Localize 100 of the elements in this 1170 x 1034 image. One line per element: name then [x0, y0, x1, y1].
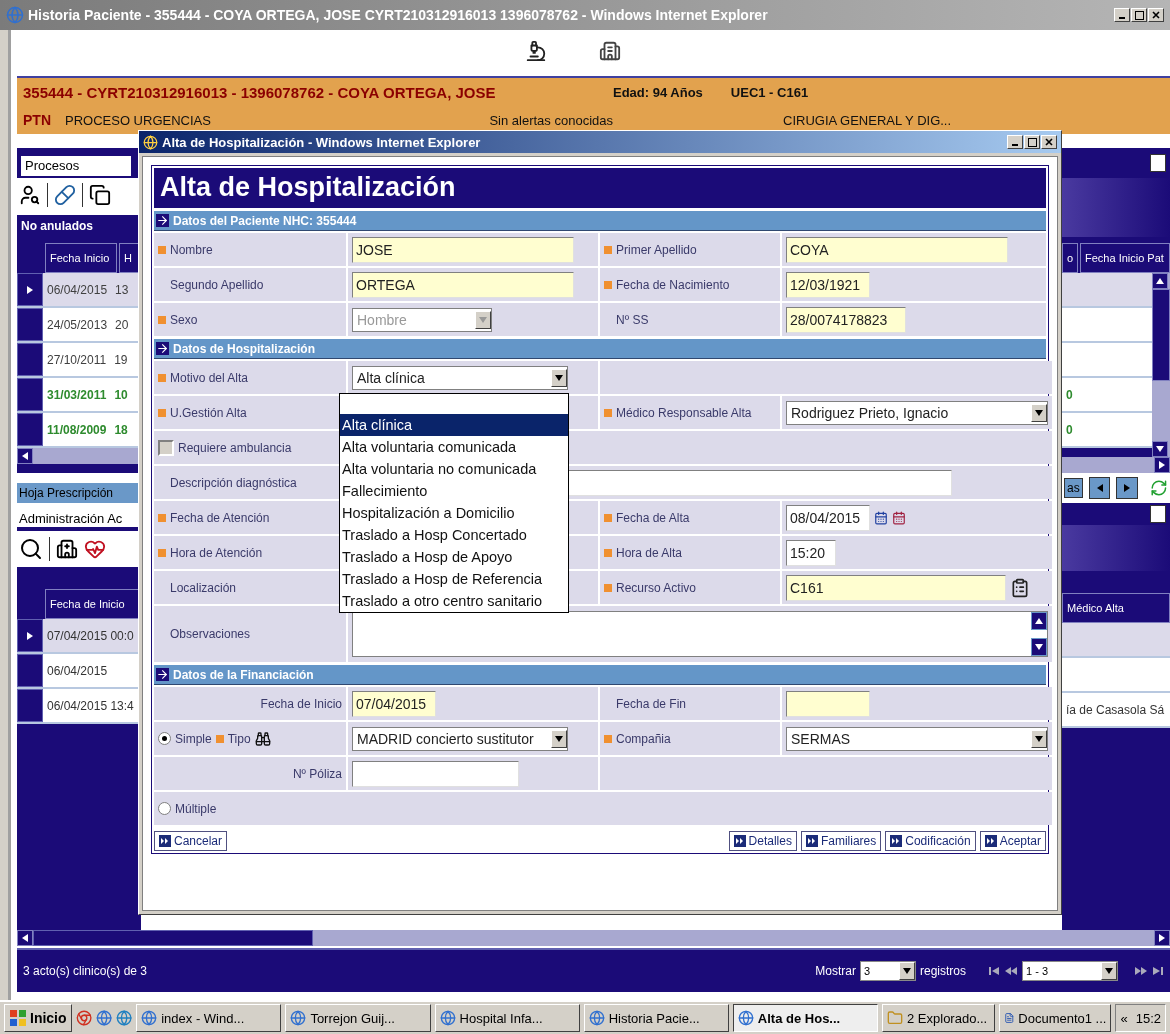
- previous-button[interactable]: [1088, 477, 1111, 499]
- action-button[interactable]: Aceptar: [979, 831, 1046, 851]
- table-row[interactable]: 06/04/2015 13: [43, 273, 141, 306]
- minimize-button[interactable]: [1114, 8, 1130, 22]
- table-row[interactable]: 31/03/2011 10: [43, 378, 141, 411]
- date-field[interactable]: 08/04/2015: [786, 504, 870, 531]
- scrollbar-thumb[interactable]: [1152, 289, 1170, 381]
- date-field[interactable]: 12/03/1921: [786, 271, 870, 298]
- search-icon[interactable]: [19, 537, 43, 561]
- text-field[interactable]: COYA: [786, 236, 1008, 263]
- maximize-button[interactable]: [1131, 8, 1147, 22]
- row-marker[interactable]: [17, 273, 43, 306]
- horizontal-scrollbar[interactable]: [17, 930, 1170, 946]
- scroll-arrow-button[interactable]: [1154, 457, 1170, 473]
- taskbar-item[interactable]: Historia Pacie...: [583, 1004, 729, 1032]
- column-header[interactable]: o: [1062, 243, 1078, 273]
- dropdown-button[interactable]: [1101, 962, 1117, 980]
- chrome-icon[interactable]: [75, 1009, 92, 1027]
- table-row[interactable]: 0: [1062, 378, 1152, 411]
- close-button[interactable]: [1148, 8, 1164, 22]
- table-row[interactable]: 24/05/2013 20: [43, 308, 141, 341]
- row-marker[interactable]: [17, 689, 43, 722]
- row-marker[interactable]: [17, 308, 43, 341]
- column-header[interactable]: Médico Alta: [1062, 593, 1170, 623]
- scroll-arrow-button[interactable]: [17, 930, 33, 946]
- taskbar-item[interactable]: 2 Explorado...: [882, 1004, 995, 1032]
- tray-toggle[interactable]: «: [1120, 1010, 1128, 1026]
- table-row[interactable]: 06/04/2015: [43, 654, 141, 687]
- pill-icon[interactable]: [54, 184, 76, 206]
- processes-tab[interactable]: Procesos: [21, 156, 131, 176]
- browser-icon[interactable]: [95, 1009, 112, 1027]
- time-field[interactable]: 15:20: [786, 539, 836, 566]
- next-page-icon[interactable]: [1134, 966, 1148, 976]
- scrollbar-thumb[interactable]: [33, 930, 313, 946]
- scroll-up-button[interactable]: [1031, 612, 1047, 630]
- action-button[interactable]: Detalles: [728, 831, 797, 851]
- next-button[interactable]: [1116, 477, 1139, 499]
- cancel-button[interactable]: Cancelar: [154, 831, 228, 851]
- dropdown-option[interactable]: Alta clínica: [340, 414, 568, 436]
- dropdown-button[interactable]: [551, 729, 567, 748]
- number-field[interactable]: 28/0074178823: [786, 306, 906, 333]
- text-field[interactable]: ORTEGA: [352, 271, 574, 298]
- action-button[interactable]: Familiares: [800, 831, 882, 851]
- table-row[interactable]: 07/04/2015 00:0: [43, 619, 141, 652]
- scroll-arrow-button[interactable]: [1152, 441, 1168, 457]
- text-field[interactable]: C161: [786, 574, 1006, 601]
- row-marker[interactable]: [17, 343, 43, 376]
- heart-icon[interactable]: [84, 538, 106, 560]
- vertical-scrollbar[interactable]: [1152, 273, 1170, 457]
- taskbar-item[interactable]: Documento1 ...: [998, 1004, 1112, 1032]
- start-button[interactable]: Inicio: [4, 1004, 72, 1032]
- date-field[interactable]: 07/04/2015: [352, 690, 436, 717]
- hospital-icon[interactable]: [56, 538, 78, 560]
- maximize-button[interactable]: [1024, 135, 1040, 149]
- radio-button[interactable]: [158, 802, 171, 815]
- scroll-arrow-button[interactable]: [1154, 930, 1170, 946]
- horizontal-scrollbar[interactable]: [17, 448, 141, 464]
- checkbox-icon[interactable]: [1150, 505, 1166, 523]
- horizontal-scrollbar[interactable]: [1062, 457, 1170, 473]
- binoculars-icon[interactable]: [254, 730, 271, 747]
- scroll-arrow-button[interactable]: [1152, 273, 1168, 289]
- scroll-arrow-button[interactable]: [17, 448, 33, 464]
- radio-button[interactable]: [158, 732, 171, 745]
- browser-icon[interactable]: [116, 1009, 133, 1027]
- copy-icon[interactable]: [89, 184, 111, 206]
- close-button[interactable]: [1041, 135, 1057, 149]
- number-field[interactable]: [352, 760, 519, 787]
- dropdown-button[interactable]: [1031, 403, 1047, 422]
- row-marker[interactable]: [17, 413, 43, 446]
- last-page-icon[interactable]: [1152, 966, 1164, 976]
- dropdown-button[interactable]: [899, 962, 915, 980]
- table-row[interactable]: 0: [1062, 413, 1152, 446]
- minimize-button[interactable]: [1007, 135, 1023, 149]
- building-icon[interactable]: [599, 40, 621, 62]
- select-field[interactable]: MADRID concierto sustitutor: [352, 726, 568, 751]
- taskbar-item[interactable]: Torrejon Guij...: [285, 1004, 431, 1032]
- page-size-select[interactable]: 3: [860, 961, 916, 981]
- calendar-icon[interactable]: [892, 510, 906, 525]
- row-marker[interactable]: [17, 654, 43, 687]
- taskbar-item[interactable]: index - Wind...: [136, 1004, 282, 1032]
- first-page-icon[interactable]: [988, 966, 1000, 976]
- table-row[interactable]: 27/10/2011 19: [43, 343, 141, 376]
- tab-button[interactable]: as: [1064, 478, 1083, 498]
- column-header[interactable]: Fecha Inicio: [45, 243, 117, 273]
- text-field[interactable]: JOSE: [352, 236, 574, 263]
- page-range-select[interactable]: 1 - 3: [1022, 961, 1118, 981]
- select-field[interactable]: Rodriguez Prieto, Ignacio: [786, 400, 1048, 425]
- table-row[interactable]: ía de Casasola Sá: [1062, 693, 1170, 726]
- previous-page-icon[interactable]: [1004, 966, 1018, 976]
- user-search-icon[interactable]: [19, 184, 41, 206]
- row-marker[interactable]: [17, 619, 43, 652]
- table-row[interactable]: 06/04/2015 13:4: [43, 689, 141, 722]
- taskbar-item[interactable]: Hospital Infa...: [434, 1004, 580, 1032]
- checkbox-icon[interactable]: [1150, 154, 1166, 172]
- refresh-icon[interactable]: [1150, 479, 1168, 497]
- select-field[interactable]: Alta clínica: [352, 365, 568, 390]
- microscope-icon[interactable]: [525, 40, 547, 62]
- dropdown-button[interactable]: [1031, 729, 1047, 748]
- row-marker[interactable]: [17, 378, 43, 411]
- checkbox[interactable]: [158, 439, 174, 456]
